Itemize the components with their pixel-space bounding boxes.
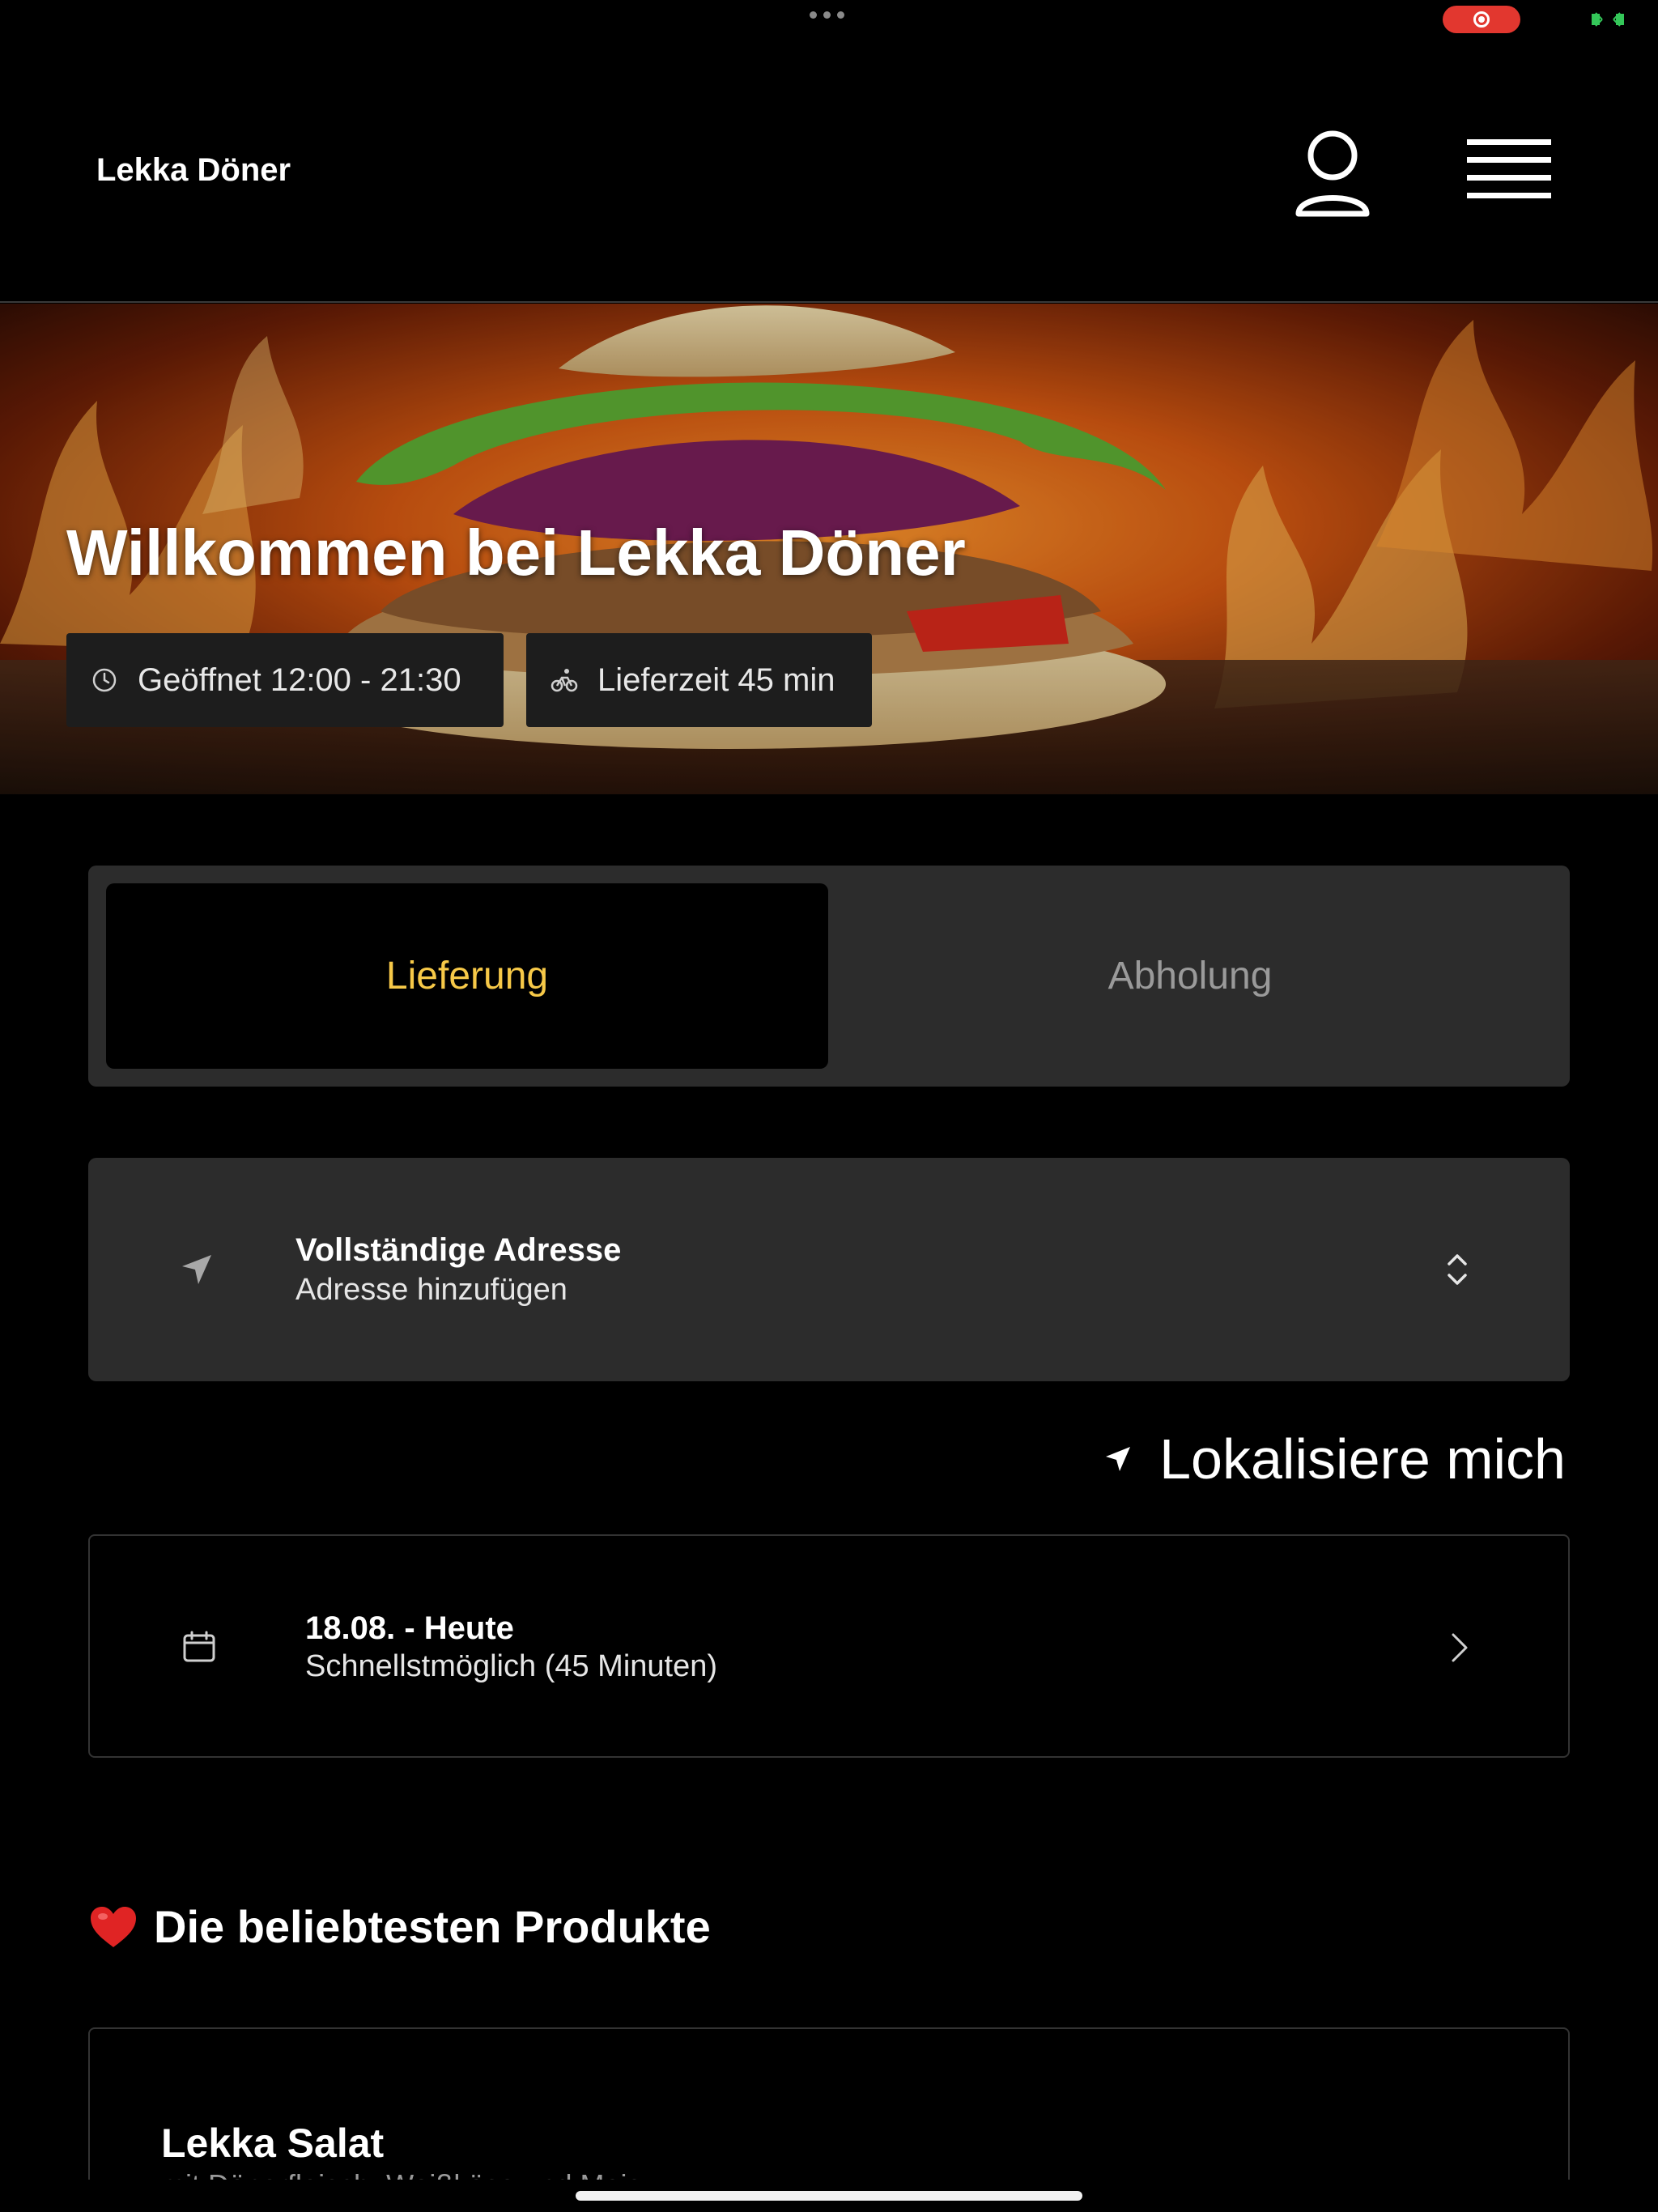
navigation-arrow-icon [182, 1255, 211, 1284]
locate-me-label: Lokalisiere mich [1159, 1427, 1566, 1491]
hero-banner: Willkommen bei Lekka Döner Geöffnet 12:0… [0, 304, 1658, 794]
calendar-icon [183, 1631, 215, 1662]
tab-abholung[interactable]: Abholung [828, 883, 1552, 1069]
opening-hours-label: Geöffnet 12:00 - 21:30 [138, 661, 461, 698]
location-arrow-icon [1106, 1447, 1131, 1471]
multitasking-dots[interactable] [810, 11, 844, 19]
user-icon[interactable] [1292, 126, 1373, 223]
opening-hours-chip: Geöffnet 12:00 - 21:30 [66, 633, 504, 727]
delivery-time-label: Lieferzeit 45 min [597, 661, 835, 698]
heart-icon [91, 1906, 136, 1947]
schedule-date: 18.08. - Heute [305, 1610, 514, 1646]
address-subtitle: Adresse hinzufügen [295, 1273, 568, 1307]
hero-title: Willkommen bei Lekka Döner [66, 517, 966, 589]
order-mode-toggle: Lieferung Abholung [88, 866, 1570, 1087]
bicycle-icon [551, 669, 578, 692]
chevron-right-icon [1452, 1633, 1468, 1662]
home-indicator[interactable] [576, 2191, 1082, 2201]
address-selector[interactable]: Vollständige Adresse Adresse hinzufügen [88, 1158, 1570, 1381]
delivery-time-chip: Lieferzeit 45 min [526, 633, 872, 727]
hamburger-menu-icon[interactable] [1464, 133, 1554, 214]
address-title: Vollständige Adresse [295, 1232, 622, 1268]
tab-lieferung[interactable]: Lieferung [106, 883, 828, 1069]
screen-recording-indicator [1443, 6, 1520, 33]
status-indicator-icon [1592, 12, 1624, 27]
chevron-up-down-icon [1448, 1254, 1467, 1285]
clock-icon [92, 668, 117, 692]
product-name: Lekka Salat [161, 2121, 385, 2166]
delivery-time-selector[interactable]: 18.08. - Heute Schnellstmöglich (45 Minu… [88, 1534, 1570, 1758]
schedule-time: Schnellstmöglich (45 Minuten) [305, 1649, 718, 1683]
app-header: Lekka Döner [0, 49, 1658, 303]
locate-me-button[interactable]: Lokalisiere mich [1104, 1427, 1566, 1491]
brand-title[interactable]: Lekka Döner [96, 152, 291, 189]
popular-products-title: Die beliebtesten Produkte [154, 1901, 711, 1952]
popular-products-heading: Die beliebtesten Produkte [89, 1900, 711, 1953]
